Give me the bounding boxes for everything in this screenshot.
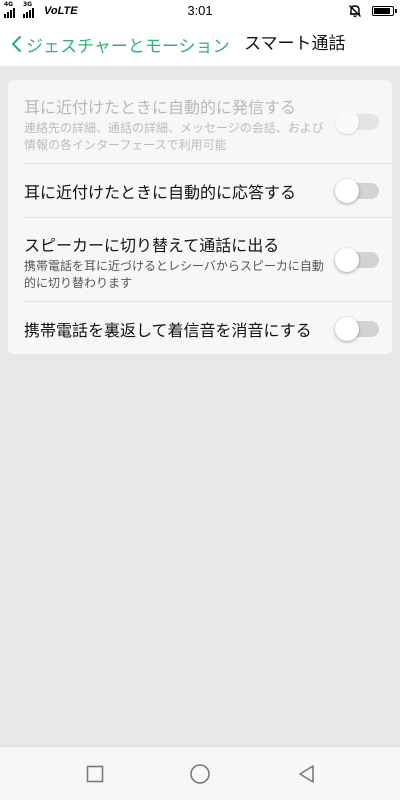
home-button[interactable] [189,763,211,785]
setting-title: 耳に近付けたときに自動的に応答する [24,183,297,202]
battery-icon [372,6,397,16]
settings-card: 耳に近付けたときに自動的に発信する 連絡先の詳細、通話の詳細、メッセージの会話、… [8,80,392,354]
setting-title: 耳に近付けたときに自動的に発信する [24,98,297,117]
back-icon [299,765,314,783]
auto-answer-toggle[interactable] [335,179,381,203]
battery-fill [374,8,391,14]
setting-speaker-switch[interactable]: スピーカーに切り替えて通話に出る 携帯電話を耳に近づけるとレシーバからスピーカに… [8,218,392,302]
setting-auto-answer[interactable]: 耳に近付けたときに自動的に応答する [8,164,392,218]
recent-apps-icon [86,765,104,783]
nav-back-button[interactable] [296,763,318,785]
status-right [348,3,397,19]
toggle-knob [335,179,359,203]
speaker-switch-toggle[interactable] [335,248,381,272]
status-bar: 4G 3G VoLTE 3:01 [0,0,400,22]
back-label: ジェスチャーとモーション [26,36,230,57]
back-button[interactable]: ジェスチャーとモーション [10,22,230,66]
app-header: ジェスチャーとモーション スマート通話 [0,22,400,66]
toggle-knob [335,317,359,341]
mute-icon [349,5,361,18]
recent-apps-button[interactable] [84,763,106,785]
setting-description: 連絡先の詳細、通話の詳細、メッセージの会話、および情報の各インターフェースで利用… [24,121,324,152]
flip-to-mute-toggle[interactable] [335,317,381,341]
toggle-knob [335,248,359,272]
setting-auto-dial[interactable]: 耳に近付けたときに自動的に発信する 連絡先の詳細、通話の詳細、メッセージの会話、… [8,80,392,164]
auto-dial-toggle[interactable] [335,110,381,134]
navigation-bar [0,746,400,800]
setting-title: 携帯電話を裏返して着信音を消音にする [24,321,312,340]
status-time: 3:01 [187,3,213,18]
setting-description: 携帯電話を耳に近づけるとレシーバからスピーカに自動的に切り替わります [24,259,324,290]
toggle-knob [335,110,359,134]
screen: 4G 3G VoLTE 3:01 ジェスチャーとモーション スマート通話 耳に近… [0,0,400,800]
page-title: スマート通話 [244,34,346,54]
setting-flip-to-mute[interactable]: 携帯電話を裏返して着信音を消音にする [8,302,392,354]
home-icon [190,764,210,784]
chevron-left-icon [11,35,22,53]
setting-title: スピーカーに切り替えて通話に出る [24,236,280,255]
